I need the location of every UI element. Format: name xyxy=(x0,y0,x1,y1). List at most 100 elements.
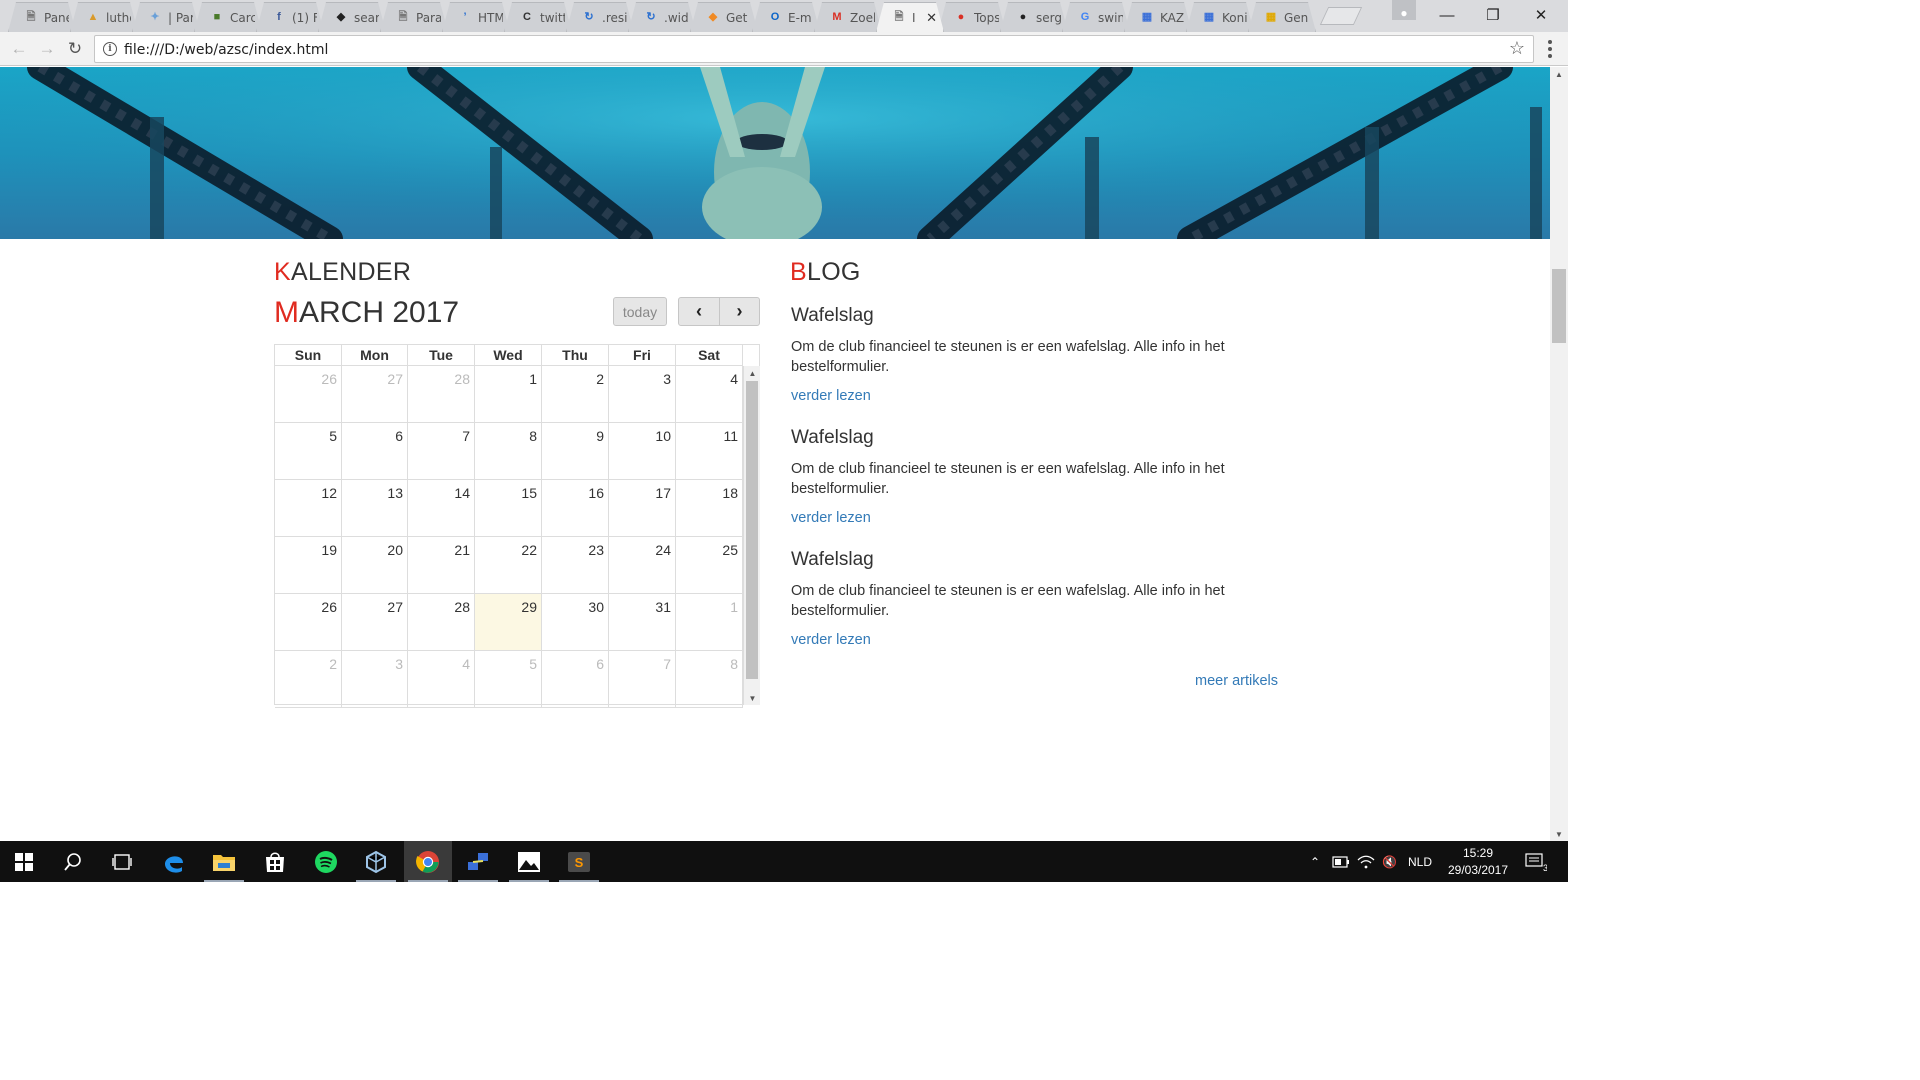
calendar-day-cell[interactable]: 19 xyxy=(275,537,342,594)
calendar-day-cell[interactable]: 7 xyxy=(609,651,676,708)
calendar-day-cell[interactable]: 11 xyxy=(676,423,743,480)
browser-tab[interactable]: ✦ | Par xyxy=(132,2,200,32)
calendar-day-cell[interactable]: 8 xyxy=(475,423,542,480)
address-bar[interactable]: i file:///D:/web/azsc/index.html ☆ xyxy=(94,35,1534,63)
calendar-day-cell[interactable]: 14 xyxy=(408,480,475,537)
calendar-day-cell[interactable]: 10 xyxy=(609,423,676,480)
more-articles-link[interactable]: meer artikels xyxy=(1195,673,1278,689)
photos-icon[interactable] xyxy=(505,841,553,882)
calendar-day-cell[interactable]: 6 xyxy=(342,423,408,480)
calendar-day-cell[interactable]: 3 xyxy=(342,651,408,708)
today-button[interactable]: today xyxy=(613,297,667,326)
calendar-day-cell[interactable]: 3 xyxy=(609,366,676,423)
calendar-day-cell[interactable]: 24 xyxy=(609,537,676,594)
calendar-day-cell[interactable]: 8 xyxy=(676,651,743,708)
browser-tab[interactable]: ▦ Gen xyxy=(1248,2,1316,32)
restore-icon[interactable]: ❐ xyxy=(1470,0,1516,30)
calendar-day-cell[interactable]: 4 xyxy=(676,366,743,423)
browser-tab[interactable]: ’ HTM xyxy=(442,2,510,32)
forward-button[interactable]: → xyxy=(35,37,59,61)
close-window-icon[interactable]: ✕ xyxy=(1518,0,1564,30)
calendar-day-cell[interactable]: 16 xyxy=(542,480,609,537)
calendar-day-cell[interactable]: 28 xyxy=(408,366,475,423)
calendar-scrollbar[interactable]: ▲ ▼ xyxy=(743,366,760,705)
spotify-icon[interactable] xyxy=(302,841,350,882)
battery-icon[interactable] xyxy=(1332,841,1350,882)
browser-tab[interactable]: ◆ Get xyxy=(690,2,758,32)
calendar-day-cell[interactable]: 9 xyxy=(542,423,609,480)
taskbar-clock[interactable]: 15:29 29/03/2017 xyxy=(1443,845,1513,879)
page-scroll-up-icon[interactable]: ▲ xyxy=(1550,67,1568,81)
back-button[interactable]: ← xyxy=(7,37,31,61)
read-more-link[interactable]: verder lezen xyxy=(791,388,871,404)
browser-tab[interactable]: Gswin xyxy=(1062,2,1130,32)
page-scroll-down-icon[interactable]: ▼ xyxy=(1550,827,1568,841)
browser-tab[interactable]: ↻ .resi xyxy=(566,2,634,32)
browser-tab[interactable]: ■ Carc xyxy=(194,2,262,32)
calendar-day-cell[interactable]: 31 xyxy=(609,594,676,651)
calendar-day-cell[interactable]: 26 xyxy=(275,366,342,423)
calendar-day-cell[interactable]: 27 xyxy=(342,366,408,423)
calendar-day-cell[interactable]: 23 xyxy=(542,537,609,594)
calendar-day-cell[interactable]: 30 xyxy=(542,594,609,651)
language-indicator[interactable]: NLD xyxy=(1408,841,1432,882)
scroll-down-icon[interactable]: ▼ xyxy=(744,691,761,705)
calendar-day-cell[interactable]: 20 xyxy=(342,537,408,594)
calendar-day-cell[interactable]: 28 xyxy=(408,594,475,651)
calendar-day-cell[interactable]: 4 xyxy=(408,651,475,708)
minimize-icon[interactable]: — xyxy=(1424,0,1470,30)
virtualbox-icon[interactable] xyxy=(352,841,400,882)
browser-tab[interactable]: ● Tops xyxy=(938,2,1006,32)
bookmark-star-icon[interactable]: ☆ xyxy=(1509,38,1525,59)
action-center-icon[interactable]: 3 xyxy=(1525,841,1547,882)
calendar-day-cell[interactable]: 2 xyxy=(275,651,342,708)
browser-tab[interactable]: ◆ sear xyxy=(318,2,386,32)
calendar-day-cell[interactable]: 17 xyxy=(609,480,676,537)
browser-tab[interactable]: O E-m xyxy=(752,2,820,32)
calendar-day-cell[interactable]: 13 xyxy=(342,480,408,537)
browser-tab[interactable]: ● serg xyxy=(1000,2,1068,32)
file-explorer-icon[interactable] xyxy=(200,841,248,882)
page-scroll-thumb[interactable] xyxy=(1552,269,1566,343)
calendar-day-cell[interactable]: 12 xyxy=(275,480,342,537)
sublime-text-icon[interactable]: S xyxy=(555,841,603,882)
next-month-button[interactable]: › xyxy=(719,297,760,326)
calendar-day-cell[interactable]: 2 xyxy=(542,366,609,423)
browser-tab[interactable]: 🗎 Pane xyxy=(8,2,76,32)
browser-tab[interactable]: ▦ Koni xyxy=(1186,2,1254,32)
browser-tab[interactable]: ↻ .wid xyxy=(628,2,696,32)
browser-tab[interactable]: f (1) F xyxy=(256,2,324,32)
show-hidden-icons-icon[interactable]: ⌃ xyxy=(1310,841,1320,882)
read-more-link[interactable]: verder lezen xyxy=(791,510,871,526)
calendar-day-cell[interactable]: 27 xyxy=(342,594,408,651)
calendar-day-cell[interactable]: 5 xyxy=(275,423,342,480)
chrome-icon[interactable] xyxy=(404,841,452,882)
calendar-today-cell[interactable]: 29 xyxy=(475,594,542,651)
browser-tab[interactable]: ▲ luthe xyxy=(70,2,138,32)
browser-tab[interactable]: 🗎 Para xyxy=(380,2,448,32)
volume-muted-icon[interactable]: 🔇 xyxy=(1382,841,1397,882)
prev-month-button[interactable]: ‹ xyxy=(678,297,720,326)
info-icon[interactable]: i xyxy=(103,42,117,56)
calendar-day-cell[interactable]: 18 xyxy=(676,480,743,537)
calendar-scroll-thumb[interactable] xyxy=(746,381,758,679)
url-text[interactable]: file:///D:/web/azsc/index.html xyxy=(124,42,328,58)
edge-icon[interactable] xyxy=(150,841,198,882)
browser-tab[interactable]: M Zoel xyxy=(814,2,882,32)
calendar-day-cell[interactable]: 21 xyxy=(408,537,475,594)
page-scrollbar[interactable]: ▲ ▼ xyxy=(1550,67,1568,841)
new-tab-button[interactable] xyxy=(1319,7,1363,25)
calendar-day-cell[interactable]: 1 xyxy=(475,366,542,423)
calendar-day-cell[interactable]: 15 xyxy=(475,480,542,537)
wifi-icon[interactable] xyxy=(1357,841,1375,882)
search-icon[interactable] xyxy=(49,841,97,882)
browser-tab[interactable]: ▦ KAZ xyxy=(1124,2,1192,32)
calendar-day-cell[interactable]: 6 xyxy=(542,651,609,708)
close-tab-icon[interactable]: ✕ xyxy=(926,10,937,26)
scroll-up-icon[interactable]: ▲ xyxy=(744,366,761,380)
calendar-day-cell[interactable]: 1 xyxy=(676,594,743,651)
read-more-link[interactable]: verder lezen xyxy=(791,632,871,648)
task-view-icon[interactable] xyxy=(98,841,146,882)
browser-tab[interactable]: 🗎 I ✕ xyxy=(876,2,944,32)
windows-start-icon[interactable] xyxy=(0,841,48,882)
